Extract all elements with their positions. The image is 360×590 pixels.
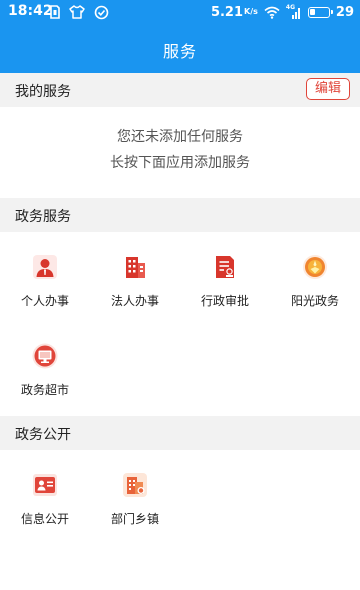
- service-personal[interactable]: 个人办事: [0, 254, 90, 316]
- battery-icon: [307, 6, 333, 18]
- status-time: 18:42: [8, 3, 53, 19]
- page-title: 服务: [162, 42, 197, 61]
- check-circle-icon: [94, 5, 109, 19]
- net-speed: 5.21: [210, 4, 244, 20]
- gov-services-title: 政务服务: [15, 209, 71, 225]
- status-right: 5.21 K/s 4G 29: [211, 3, 354, 21]
- service-label: 行政审批: [200, 294, 249, 308]
- my-services-title: 我的服务: [15, 84, 71, 100]
- empty-message-line1: 您还未添加任何服务: [117, 129, 243, 145]
- person-icon: [33, 255, 57, 279]
- wifi-icon: [264, 6, 280, 19]
- service-sunshine-gov[interactable]: 阳光政务: [270, 254, 360, 316]
- net-speed-unit: K/s: [244, 7, 258, 16]
- tshirt-icon: [69, 5, 85, 19]
- service-label: 阳光政务: [290, 294, 339, 308]
- service-label: 法人办事: [110, 294, 159, 308]
- monitor-icon: [32, 343, 58, 369]
- public-info-disclosure[interactable]: 信息公开: [0, 472, 90, 534]
- gov-services-header: 政务服务: [0, 198, 360, 232]
- status-bar: 18:42 5.21 K/s 4G 29: [0, 0, 360, 24]
- id-card-icon: [33, 474, 57, 496]
- my-services-header: 我的服务 编辑: [0, 73, 360, 107]
- public-departments-towns[interactable]: 部门乡镇: [90, 472, 180, 534]
- gov-public-title: 政务公开: [15, 427, 71, 443]
- public-label: 部门乡镇: [110, 512, 159, 526]
- edit-button[interactable]: 编辑: [306, 78, 350, 100]
- service-label: 个人办事: [20, 294, 69, 308]
- sim-card-icon: [50, 5, 60, 19]
- empty-message-line2: 长按下面应用添加服务: [110, 155, 250, 171]
- signal-icon: 4G: [286, 4, 302, 19]
- gov-public-header: 政务公开: [0, 416, 360, 450]
- public-label: 信息公开: [20, 512, 69, 526]
- service-gov-supermarket[interactable]: 政务超市: [0, 343, 90, 405]
- service-admin-approval[interactable]: 行政审批: [180, 254, 270, 316]
- status-left-icons: [50, 3, 109, 21]
- sun-icon: [303, 255, 327, 279]
- service-label: 政务超市: [20, 383, 69, 397]
- document-stamp-icon: [216, 256, 234, 278]
- building-icon: [126, 257, 145, 278]
- top-bar: 18:42 5.21 K/s 4G 29 服务: [0, 0, 360, 73]
- battery-percent: 29: [335, 4, 354, 20]
- service-legal-person[interactable]: 法人办事: [90, 254, 180, 316]
- office-building-icon: [123, 473, 147, 497]
